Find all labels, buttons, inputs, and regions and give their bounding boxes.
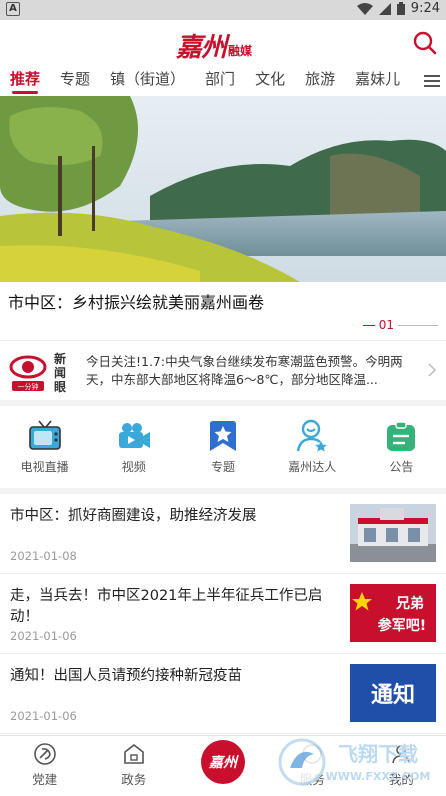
- quick-link-label: 专题: [211, 460, 236, 474]
- tv-icon: [28, 420, 61, 450]
- quick-link-video[interactable]: 视频: [89, 406, 178, 488]
- party-emblem-icon: [33, 743, 56, 765]
- watermark-text: 飞翔下载: [338, 742, 418, 766]
- nav-government[interactable]: 政务: [89, 736, 178, 793]
- logo-main-text: 嘉州: [176, 33, 227, 63]
- shopping-mall-image: [350, 504, 436, 562]
- nav-party[interactable]: 党建: [0, 736, 89, 793]
- tab-travel[interactable]: 旅游: [295, 66, 345, 96]
- app-header: 嘉州 融媒: [0, 20, 446, 66]
- notification-badge: A: [6, 2, 20, 16]
- quick-link-label: 公告: [389, 460, 414, 474]
- news-date: 2021-01-08: [10, 549, 77, 563]
- government-icon: [123, 743, 144, 764]
- one-minute-label: 一分钟: [18, 382, 39, 391]
- news-eye-logo: 一分钟 新 闻 眼: [8, 349, 74, 394]
- news-thumbnail: 通知: [350, 664, 436, 722]
- tab-departments[interactable]: 部门: [195, 66, 245, 96]
- star-bookmark-icon: [210, 421, 236, 451]
- category-tabs: 推荐 专题 镇（街道） 部门 文化 旅游 嘉妹儿: [0, 66, 446, 96]
- download-site-watermark: 飞翔下载 WWW.FXXZ.COM: [276, 732, 446, 792]
- news-list: 市中区：抓好商圈建设，助推经济发展 2021-01-08 走，当兵去！市中区20…: [0, 494, 446, 734]
- carousel-page: 01: [378, 318, 394, 332]
- tab-recommend[interactable]: 推荐: [0, 66, 50, 96]
- news-date: 2021-01-06: [10, 709, 77, 723]
- jiazhou-logo-icon: 嘉州: [201, 740, 245, 784]
- search-button[interactable]: [412, 30, 438, 56]
- menu-icon[interactable]: [418, 66, 446, 96]
- quick-link-label: 电视直播: [20, 460, 69, 474]
- logo-sub-text: 融媒: [228, 44, 253, 58]
- signal-icon: [378, 2, 391, 15]
- one-minute-news-strip[interactable]: 一分钟 新 闻 眼 今日关注!1.7:中央气象台继续发布寒潮蓝色预警。今明两天，…: [0, 340, 446, 400]
- news-thumbnail: [350, 504, 436, 562]
- chevron-right-icon: [428, 363, 436, 377]
- hero-banner[interactable]: [0, 96, 446, 282]
- news-date: 2021-01-06: [10, 629, 77, 643]
- app-logo: 嘉州 融媒: [176, 27, 252, 64]
- notice-thumbnail-image: 通知: [350, 664, 436, 722]
- quick-link-topics[interactable]: 专题: [178, 406, 267, 488]
- nav-home-logo[interactable]: 嘉州: [178, 736, 267, 793]
- quick-links: 电视直播 视频 专题 嘉州达人 公告: [0, 406, 446, 488]
- news-item[interactable]: 通知！出国人员请预约接种新冠疫苗 2021-01-06 通知: [0, 654, 446, 734]
- quick-link-label: 视频: [121, 460, 146, 474]
- svg-text:眼: 眼: [54, 380, 66, 393]
- news-item[interactable]: 市中区：抓好商圈建设，助推经济发展 2021-01-08: [0, 494, 446, 574]
- news-title: 通知！出国人员请预约接种新冠疫苗: [10, 668, 242, 684]
- quick-link-label: 嘉州达人: [288, 460, 337, 474]
- svg-text:参军吧!: 参军吧!: [378, 617, 426, 634]
- svg-text:闻: 闻: [54, 366, 66, 380]
- clock: 9:24: [410, 1, 440, 16]
- carousel-indicator: 01: [362, 318, 438, 332]
- status-bar: A 9:24: [0, 0, 446, 20]
- tab-topics[interactable]: 专题: [50, 66, 100, 96]
- battery-icon: [396, 2, 405, 15]
- quick-link-notice[interactable]: 公告: [357, 406, 446, 488]
- tab-culture[interactable]: 文化: [245, 66, 295, 96]
- quick-link-jiazhou-talent[interactable]: 嘉州达人: [268, 406, 357, 488]
- tab-towns[interactable]: 镇（街道）: [100, 66, 195, 96]
- nav-label: 政务: [121, 772, 147, 787]
- hero-caption[interactable]: 市中区：乡村振兴绘就美丽嘉州画卷 01: [0, 282, 446, 340]
- news-thumbnail: 兄弟 参军吧!: [350, 584, 436, 642]
- watermark-logo-icon: 飞翔下载 WWW.FXXZ.COM: [278, 738, 431, 786]
- notice-thumb-text: 通知: [371, 682, 415, 708]
- recruitment-poster-image: 兄弟 参军吧!: [350, 584, 436, 642]
- news-ticker-text: 今日关注!1.7:中央气象台继续发布寒潮蓝色预警。今明两天，中东部大部地区将降温…: [86, 354, 403, 387]
- person-star-icon: [297, 419, 328, 452]
- nav-label: 党建: [32, 772, 58, 787]
- quick-link-tv-live[interactable]: 电视直播: [0, 406, 89, 488]
- watermark-url: WWW.FXXZ.COM: [326, 770, 431, 783]
- news-title: 市中区：抓好商圈建设，助推经济发展: [10, 508, 257, 524]
- news-title: 走，当兵去！市中区2021年上半年征兵工作已启动！: [10, 588, 323, 625]
- status-icons: 9:24: [356, 1, 440, 16]
- news-item[interactable]: 走，当兵去！市中区2021年上半年征兵工作已启动！ 2021-01-06 兄弟 …: [0, 574, 446, 654]
- notice-icon: [387, 421, 416, 451]
- news-eye-icon: 一分钟 新 闻 眼: [9, 351, 66, 394]
- hero-landscape-image: [0, 96, 446, 282]
- video-camera-icon: [118, 423, 150, 448]
- tab-jiameier[interactable]: 嘉妹儿: [345, 66, 410, 96]
- search-icon: [413, 31, 437, 55]
- svg-text:兄弟: 兄弟: [395, 595, 424, 612]
- svg-text:新: 新: [54, 351, 66, 366]
- hero-title: 市中区：乡村振兴绘就美丽嘉州画卷: [8, 293, 265, 312]
- wifi-icon: [356, 2, 373, 15]
